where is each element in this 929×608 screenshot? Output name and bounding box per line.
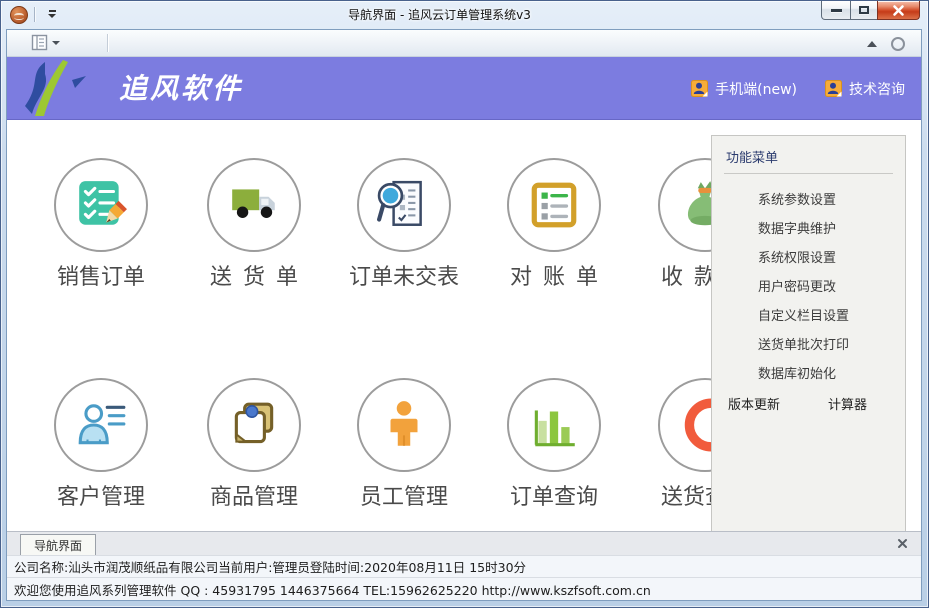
quick-access-dropdown-icon[interactable] — [47, 10, 57, 20]
tile-delivery-note[interactable]: 送 货 单 — [179, 158, 329, 291]
title-bar: 导航界面 - 追风云订单管理系统v3 — [1, 1, 928, 29]
tile-label: 对 账 单 — [479, 259, 629, 291]
search-document-icon — [377, 178, 431, 232]
tech-support-label: 技术咨询 — [849, 79, 905, 99]
tile-product-management[interactable]: 商品管理 — [179, 378, 329, 511]
menu-item-system-params[interactable]: 系统参数设置 — [758, 186, 893, 215]
status-welcome-line: 欢迎您使用追风系列管理软件 QQ : 45931795 1446375664 T… — [7, 577, 921, 600]
tile-label: 送 货 单 — [179, 259, 329, 291]
app-logo-icon[interactable] — [10, 6, 28, 24]
bar-chart-icon — [527, 398, 581, 452]
tab-close-icon[interactable] — [897, 538, 908, 549]
tech-support-icon — [825, 80, 842, 97]
mobile-app-link[interactable]: 手机端(new) — [691, 79, 797, 99]
close-button[interactable] — [877, 1, 920, 20]
customer-person-icon — [74, 398, 128, 452]
function-menu-panel: 功能菜单 系统参数设置 数据字典维护 系统权限设置 用户密码更改 自定义栏目设置… — [711, 135, 906, 531]
tile-label: 员工管理 — [329, 479, 479, 511]
menu-item-password-change[interactable]: 用户密码更改 — [758, 273, 893, 302]
window-controls — [822, 1, 920, 20]
menu-item-data-dictionary[interactable]: 数据字典维护 — [758, 215, 893, 244]
window-title: 导航界面 - 追风云订单管理系统v3 — [81, 1, 798, 29]
header-banner: 追风软件 手机端(new) — [7, 57, 921, 120]
tab-bar: 导航界面 — [7, 531, 921, 555]
minimize-button[interactable] — [821, 1, 851, 20]
statement-list-icon — [527, 178, 581, 232]
form-list-icon — [31, 34, 48, 51]
navigation-pane-button[interactable] — [31, 34, 60, 51]
tile-sales-order[interactable]: 销售订单 — [26, 158, 176, 291]
truck-icon — [227, 178, 281, 232]
tile-label: 商品管理 — [179, 479, 329, 511]
employee-person-icon — [377, 398, 431, 452]
tile-employee-management[interactable]: 员工管理 — [329, 378, 479, 511]
function-menu-title: 功能菜单 — [724, 145, 893, 174]
app-window: 导航界面 - 追风云订单管理系统v3 — [0, 0, 929, 608]
tile-label: 销售订单 — [26, 259, 176, 291]
mobile-app-label: 手机端(new) — [715, 79, 797, 99]
main-area: 销售订单 送 货 单 — [7, 120, 921, 531]
menu-item-batch-print[interactable]: 送货单批次打印 — [758, 331, 893, 360]
menu-item-version-update[interactable]: 版本更新 — [728, 394, 780, 413]
menu-item-custom-columns[interactable]: 自定义栏目设置 — [758, 302, 893, 331]
status-company-line: 公司名称:汕头市润茂顺纸品有限公司当前用户:管理员登陆时间:2020年08月11… — [7, 555, 921, 577]
menu-item-db-init[interactable]: 数据库初始化 — [758, 360, 893, 389]
toolbar — [7, 30, 921, 57]
tab-navigation[interactable]: 导航界面 — [20, 534, 96, 555]
tile-label: 客户管理 — [26, 479, 176, 511]
checklist-pencil-icon — [74, 178, 128, 232]
zhuifeng-logo-icon — [17, 60, 109, 116]
toolbar-divider — [107, 34, 108, 52]
brand-name: 追风软件 — [119, 57, 243, 120]
dropdown-arrow-icon — [52, 41, 60, 45]
tile-statement[interactable]: 对 账 单 — [479, 158, 629, 291]
product-notes-icon — [227, 398, 281, 452]
tile-order-query[interactable]: 订单查询 — [479, 378, 629, 511]
titlebar-separator — [34, 7, 35, 22]
menu-item-permissions[interactable]: 系统权限设置 — [758, 244, 893, 273]
tile-undelivered-orders[interactable]: 订单未交表 — [329, 158, 479, 291]
tile-customer-management[interactable]: 客户管理 — [26, 378, 176, 511]
tech-support-link[interactable]: 技术咨询 — [825, 79, 905, 99]
mobile-service-icon — [691, 80, 708, 97]
collapse-toolbar-icon[interactable] — [867, 41, 877, 47]
tile-label: 订单未交表 — [329, 259, 479, 291]
tile-label: 订单查询 — [479, 479, 629, 511]
menu-item-calculator[interactable]: 计算器 — [828, 394, 867, 413]
window-frame: 追风软件 手机端(new) — [6, 29, 922, 601]
maximize-button[interactable] — [850, 1, 878, 20]
circle-button-icon[interactable] — [891, 37, 905, 51]
close-icon — [892, 4, 905, 17]
